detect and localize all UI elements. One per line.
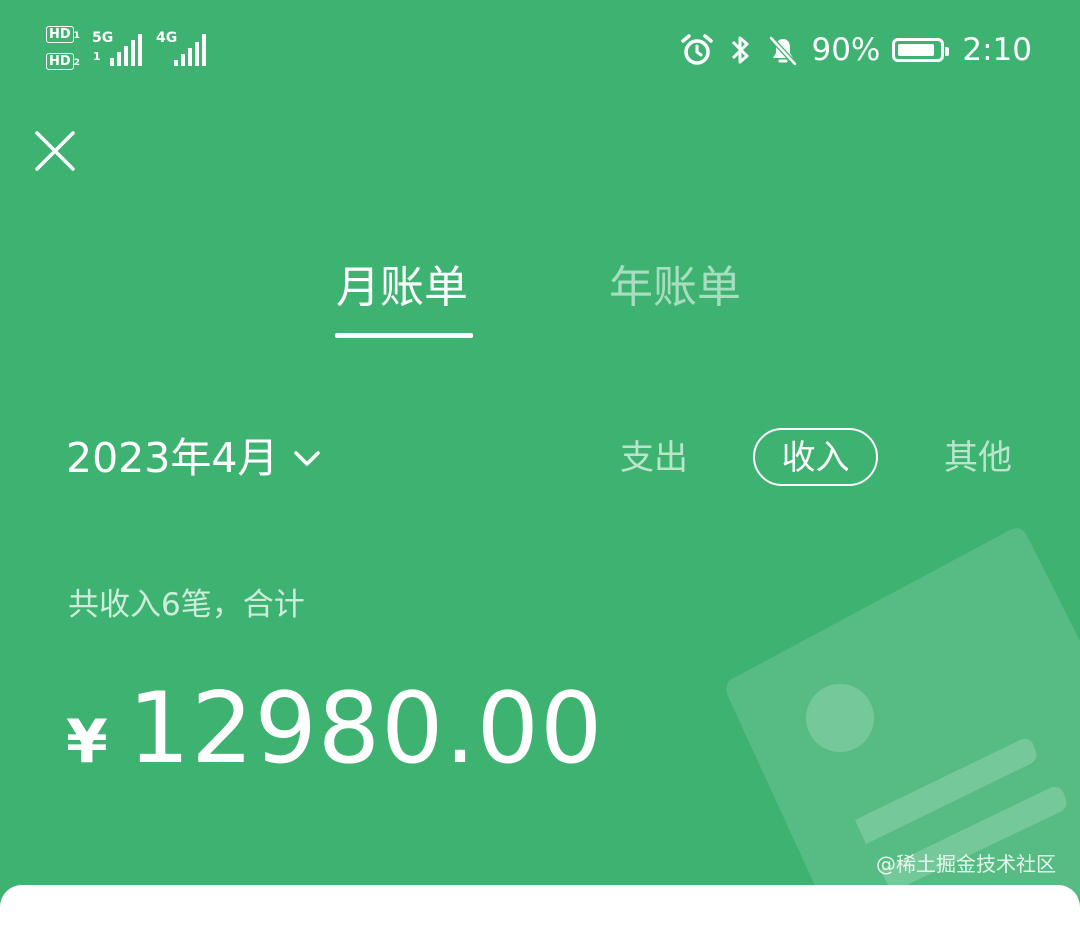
amount-value: 12980.00 xyxy=(127,672,604,786)
battery-percent: 90% xyxy=(811,32,881,68)
signal-bars-icon xyxy=(110,34,142,66)
currency-symbol: ¥ xyxy=(66,707,108,777)
network-sim-label: 1 xyxy=(93,50,101,63)
bell-muted-icon xyxy=(769,36,798,66)
income-total-amount: ¥ 12980.00 xyxy=(66,672,603,792)
status-right: 90% 2:10 xyxy=(679,28,1032,72)
tab-yearly-bill[interactable]: 年账单 xyxy=(609,258,741,318)
hd1-badge: HD 1 xyxy=(46,26,80,43)
month-label: 2023年4月 xyxy=(66,434,279,482)
signal-bars-icon xyxy=(174,34,206,66)
watermark: @稀土掘金技术社区 xyxy=(876,852,1056,876)
tab-monthly-bill[interactable]: 月账单 xyxy=(336,258,468,318)
income-summary-label: 共收入6笔，合计 xyxy=(68,587,305,623)
chevron-down-icon xyxy=(294,451,321,466)
alarm-icon xyxy=(681,34,714,65)
filter-expense[interactable]: 支出 xyxy=(620,428,688,488)
filter-income[interactable]: 收入 xyxy=(753,428,878,486)
bottom-sheet xyxy=(0,885,1080,925)
hd2-badge: HD 2 xyxy=(46,53,80,70)
bill-illustration-icon xyxy=(726,528,1080,897)
close-icon xyxy=(35,131,75,171)
bluetooth-icon xyxy=(732,36,749,64)
filter-other[interactable]: 其他 xyxy=(944,428,1012,488)
battery-icon xyxy=(892,38,950,62)
close-button[interactable] xyxy=(30,126,80,176)
status-bar: HD 1 HD 2 5G 1 4G 90% 2:10 xyxy=(0,0,1080,100)
clock-time: 2:10 xyxy=(962,32,1032,68)
active-tab-indicator xyxy=(335,333,473,338)
month-picker[interactable]: 2023年4月 xyxy=(66,428,322,488)
